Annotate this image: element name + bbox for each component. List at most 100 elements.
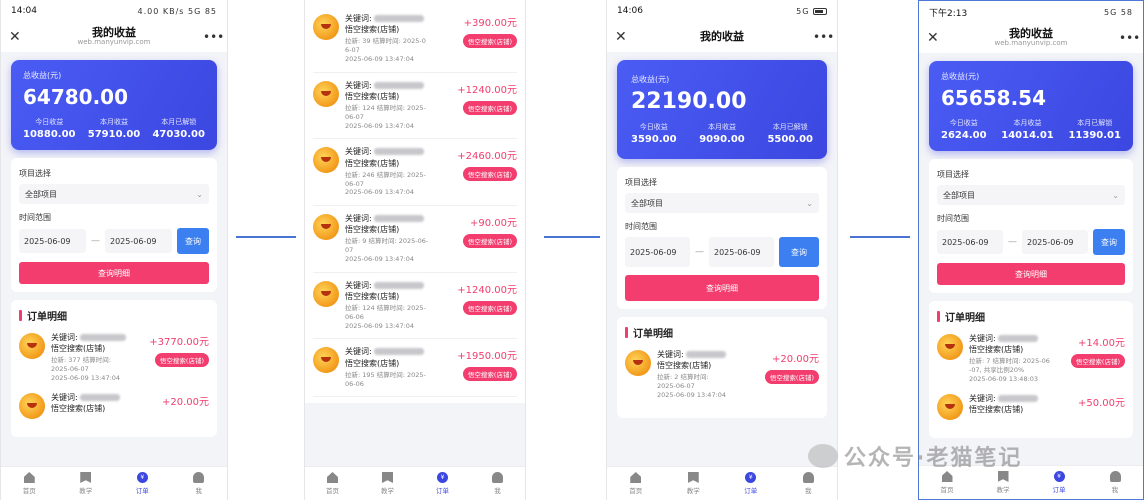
order-tag: 悟空搜索(店铺) [462,100,517,115]
more-icon[interactable]: ••• [203,30,224,44]
query-detail-button[interactable]: 查询明细 [937,263,1125,285]
order-tag: 悟空搜索(店铺) [764,370,819,384]
home-icon [23,472,35,483]
order-amount: +50.00元 [1077,397,1125,409]
project-select[interactable]: 全部项目 ⌄ [625,193,819,213]
order-amount: +1240.00元 [457,284,517,296]
orders-card: 订单明细 关键词: 悟空搜索(店铺) 拉新: 2 结算时间: 2025-06-07… [617,317,827,418]
filter-card: 项目选择 全部项目 ⌄ 时间范围 2025-06-09 — 2025-06-09 … [929,159,1133,293]
tab-bar: 首页 教学 ¥ 订单 我 [607,466,837,500]
start-date-field[interactable]: 2025-06-09 [625,237,690,267]
list-item[interactable]: 关键词: 悟空搜索(店铺) 拉新: 9 结算时间: 2025-06- 07 2025-… [313,206,517,273]
status-bar: 14:04 4.00 KB/s 5G 85 [1,0,227,22]
project-select[interactable]: 全部项目 ⌄ [19,184,209,204]
tab-bar: 首页 教学 ¥ 订单 我 [305,466,525,500]
earnings-card: 总收益(元) 65658.54 今日收益 2624.00 本月收益 14014.01… [929,61,1133,151]
home-icon [941,471,953,482]
stat-unlocked: 本月已解锁 11390.01 [1068,119,1121,141]
project-select[interactable]: 全部项目 ⌄ [937,185,1125,205]
list-item[interactable]: 关键词: 悟空搜索(店铺) 拉新: 2 结算时间: 2025-06-07 2025-… [625,350,819,400]
tab-orders[interactable]: ¥ 订单 [114,467,171,500]
tab-home[interactable]: 首页 [607,467,665,500]
tab-teaching[interactable]: 教学 [360,467,415,500]
page-url: web.manyunvip.com [994,39,1068,48]
list-item[interactable]: 关键词: 悟空搜索(店铺) +20.00元 [19,392,209,419]
status-bar: 下午2:13 5G 58 [919,1,1143,23]
tab-home[interactable]: 首页 [305,467,360,500]
list-item[interactable]: 关键词: 悟空搜索(店铺) 拉新: 124 结算时间: 2025- 06-06 202… [313,273,517,340]
tab-orders[interactable]: ¥ 订单 [415,467,470,500]
tab-me[interactable]: 我 [1087,466,1143,499]
query-detail-button[interactable]: 查询明细 [19,262,209,284]
status-time: 下午2:13 [929,8,968,19]
list-item[interactable]: 关键词: 悟空搜索(店铺) 拉新: 246 结算时间: 2025- 06-07 202… [313,139,517,207]
project-label: 项目选择 [937,170,969,179]
start-date-field[interactable]: 2025-06-09 [937,230,1003,254]
list-item[interactable]: 关键词: 悟空搜索(店铺) 拉新: 124 结算时间: 2025- 06-07 202… [313,73,517,140]
user-icon [802,472,814,483]
status-indicators: 4.00 KB/s 5G 85 [137,6,217,16]
list-item[interactable]: 关键词: 悟空搜索(店铺) 拉新: 195 结算时间: 2025- 06-06 +1… [313,339,517,398]
query-detail-button[interactable]: 查询明细 [625,275,819,301]
list-item[interactable]: 关键词: 悟空搜索(店铺) +50.00元 [937,393,1125,420]
phone-screen-2: 关键词: 悟空搜索(店铺) 拉新: 39 结算时间: 2025-0 6-07 2025… [304,0,526,500]
total-earnings-label: 总收益(元) [631,75,670,84]
avatar [937,334,963,360]
orders-title: 订单明细 [27,312,67,323]
total-earnings-label: 总收益(元) [23,71,62,80]
stat-unlocked: 本月已解锁 47030.00 [152,118,205,140]
avatar [313,80,339,107]
orders-title: 订单明细 [945,313,985,324]
status-indicators: 5G 58 [1103,7,1133,17]
more-icon[interactable]: ••• [813,30,834,44]
home-icon [327,472,338,483]
stat-month: 本月收益 57910.00 [87,118,141,140]
tab-home[interactable]: 首页 [1,467,58,500]
order-amount: +1950.00元 [457,351,517,363]
order-tag: 悟空搜索(店铺) [462,34,517,48]
close-icon[interactable]: ✕ [927,30,943,46]
stat-month: 本月收益 9090.00 [699,123,745,145]
avatar [313,347,339,374]
order-tag: 悟空搜索(店铺) [1070,354,1125,368]
tab-me[interactable]: 我 [171,467,228,500]
end-date-field[interactable]: 2025-06-09 [709,237,774,267]
tab-bar: 首页 教学 ¥ 订单 我 [1,466,227,500]
status-indicators: 5G [796,7,827,16]
earnings-card: 总收益(元) 22190.00 今日收益 3590.00 本月收益 9090.00 … [617,60,827,159]
tab-teaching[interactable]: 教学 [58,467,115,500]
tab-teaching[interactable]: 教学 [665,467,723,500]
order-amount: +390.00元 [463,18,517,29]
user-icon [1109,471,1121,482]
chevron-down-icon: ⌄ [196,189,203,199]
query-button[interactable]: 查询 [177,228,209,254]
order-tag: 悟空搜索(店铺) [462,234,517,249]
query-button[interactable]: 查询 [1093,229,1125,255]
total-earnings-value: 64780.00 [23,85,129,109]
avatar [625,350,651,376]
list-item[interactable]: 关键词: 悟空搜索(店铺) 拉新: 7 结算时间: 2025-06 -07, 共享… [937,334,1125,384]
end-date-field[interactable]: 2025-06-09 [1022,230,1088,254]
list-item[interactable]: 关键词: 悟空搜索(店铺) 拉新: 39 结算时间: 2025-0 6-07 2025… [313,6,517,73]
query-button[interactable]: 查询 [779,237,819,267]
orders-card: 订单明细 关键词: 悟空搜索(店铺) 拉新: 7 结算时间: 2025-06 -0… [929,301,1133,438]
status-time: 14:04 [11,6,37,16]
filter-card: 项目选择 全部项目 ⌄ 时间范围 2025-06-09 — 2025-06-09 … [617,167,827,309]
list-item[interactable]: 关键词: 悟空搜索(店铺) 拉新: 377 结算时间: 2025-06-07 202… [19,333,209,383]
close-icon[interactable]: ✕ [615,29,631,45]
nav-bar: ✕ 我的收益 web.manyunvip.com ••• [1,22,227,52]
chevron-down-icon: ⌄ [806,198,813,208]
home-icon [630,472,642,483]
tab-orders[interactable]: ¥ 订单 [1031,466,1087,499]
more-icon[interactable]: ••• [1119,31,1140,45]
stat-month: 本月收益 14014.01 [1001,119,1054,141]
avatar [313,280,339,307]
end-date-field[interactable]: 2025-06-09 [105,229,172,253]
stat-today: 今日收益 10880.00 [23,118,76,140]
start-date-field[interactable]: 2025-06-09 [19,229,86,253]
order-tag: 悟空搜索(店铺) [462,300,517,315]
close-icon[interactable]: ✕ [9,29,25,45]
stat-today: 今日收益 2624.00 [941,119,987,141]
tab-orders[interactable]: ¥ 订单 [722,467,780,500]
tab-me[interactable]: 我 [470,467,525,500]
